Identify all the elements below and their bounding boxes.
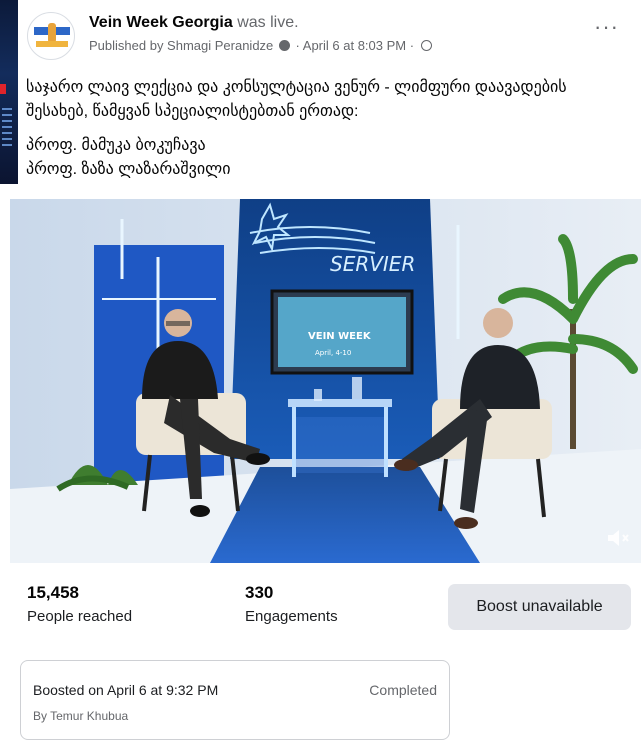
post-timestamp[interactable]: April 6 at 8:03 PM xyxy=(303,38,406,53)
background-window-edge xyxy=(0,0,18,184)
page-name-link[interactable]: Vein Week Georgia xyxy=(89,14,233,31)
boost-summary-card[interactable]: Boosted on April 6 at 9:32 PM Completed … xyxy=(20,660,450,740)
mute-icon[interactable] xyxy=(605,527,631,549)
avatar-logo-base xyxy=(36,41,68,47)
people-reached-label: People reached xyxy=(27,608,133,625)
post-title: Vein Week Georgia was live. xyxy=(89,14,299,32)
post-text-line: პროფ. ზაზა ლაზარაშვილი xyxy=(26,161,231,178)
page-avatar[interactable] xyxy=(27,12,75,60)
publisher-text[interactable]: Published by Shmagi Peranidze xyxy=(89,38,273,53)
more-options-icon[interactable]: ··· xyxy=(594,16,619,38)
boost-unavailable-button[interactable]: Boost unavailable xyxy=(448,584,631,630)
live-status-text: was live. xyxy=(237,14,299,31)
engagements-stat: 330 Engagements xyxy=(245,583,338,625)
meta-separator: · xyxy=(295,38,300,53)
tv-title: VEIN WEEK xyxy=(308,331,372,342)
post-text-line: პროფ. მამუკა ბოკუჩავა xyxy=(26,137,206,154)
boosted-on-text: Boosted on April 6 at 9:32 PM xyxy=(33,682,219,698)
admin-badge-icon xyxy=(278,40,290,51)
meta-separator-2: · xyxy=(409,38,415,53)
video-frame: SERVIER VEIN WEEK April, 4-10 xyxy=(10,199,641,563)
background-lines xyxy=(2,108,12,148)
post-header: Vein Week Georgia was live. Published by… xyxy=(27,8,621,64)
people-reached-value: 15,458 xyxy=(27,583,79,602)
avatar-logo-leg xyxy=(48,23,56,43)
post-body: საჯარო ლაივ ლექცია და კონსულტაცია ვენურ … xyxy=(26,76,623,182)
engagements-label: Engagements xyxy=(245,608,338,625)
boost-status: Completed xyxy=(369,682,437,698)
post-text-line: საჯარო ლაივ ლექცია და კონსულტაცია ვენურ … xyxy=(26,79,567,120)
globe-icon xyxy=(420,40,432,51)
red-marker xyxy=(0,84,6,94)
boosted-by-text: By Temur Khubua xyxy=(33,709,129,723)
tv-screen: VEIN WEEK April, 4-10 xyxy=(270,289,414,375)
insights-row: 15,458 People reached 330 Engagements Bo… xyxy=(27,583,631,633)
live-video-player[interactable]: SERVIER VEIN WEEK April, 4-10 xyxy=(10,199,641,563)
people-reached-stat: 15,458 People reached xyxy=(27,583,132,625)
tv-subtitle: April, 4-10 xyxy=(315,349,351,357)
servier-sign-text: SERVIER xyxy=(330,252,415,276)
engagements-value: 330 xyxy=(245,583,274,602)
post-meta: Published by Shmagi Peranidze · April 6 … xyxy=(89,38,432,53)
